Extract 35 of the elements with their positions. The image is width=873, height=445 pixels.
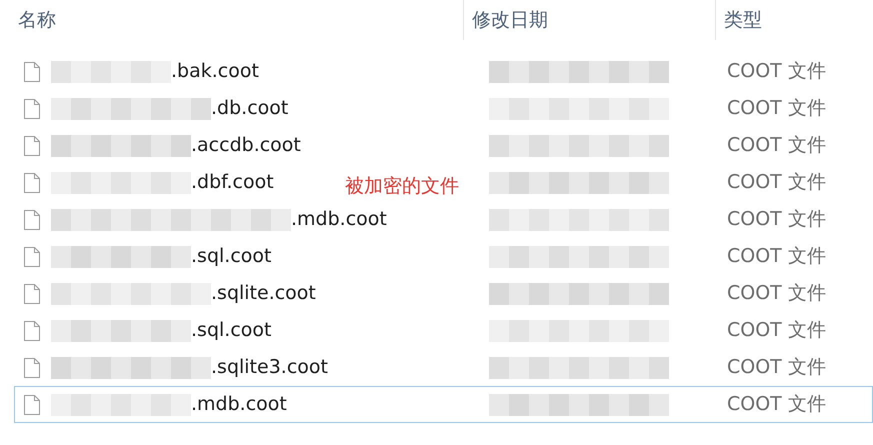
file-name: .mdb.coot bbox=[191, 392, 287, 418]
file-name: .sqlite3.coot bbox=[211, 355, 328, 380]
column-header[interactable]: 修改日期 bbox=[464, 0, 716, 40]
file-name: .sql.coot bbox=[191, 244, 272, 270]
file-type: COOT 文件 bbox=[726, 355, 826, 380]
column-header[interactable]: 类型 bbox=[716, 0, 866, 40]
file-name: .accdb.coot bbox=[191, 133, 301, 158]
file-type: COOT 文件 bbox=[726, 244, 826, 270]
file-icon bbox=[23, 60, 41, 82]
file-name: .bak.coot bbox=[171, 59, 259, 84]
file-name: .mdb.coot bbox=[291, 207, 387, 232]
file-type: COOT 文件 bbox=[726, 207, 826, 232]
file-name: .sql.coot bbox=[191, 318, 272, 344]
file-icon bbox=[23, 134, 41, 156]
file-icon bbox=[23, 246, 41, 268]
annotation-label: 被加密的文件 bbox=[345, 174, 459, 199]
file-type: COOT 文件 bbox=[726, 170, 826, 196]
file-icon bbox=[23, 394, 41, 416]
file-icon bbox=[23, 208, 41, 230]
file-icon bbox=[23, 282, 41, 304]
file-name: .db.coot bbox=[211, 96, 288, 122]
file-icon bbox=[23, 172, 41, 194]
file-icon bbox=[23, 356, 41, 378]
file-type: COOT 文件 bbox=[726, 133, 826, 158]
file-name: .sqlite.coot bbox=[211, 281, 316, 306]
file-name: .dbf.coot bbox=[191, 170, 274, 196]
focused-row[interactable]: .mdb.coot COOT 文件 bbox=[14, 386, 873, 423]
file-type: COOT 文件 bbox=[726, 318, 826, 344]
file-type: COOT 文件 bbox=[726, 281, 826, 306]
file-type: COOT 文件 bbox=[726, 96, 826, 122]
column-header[interactable]: 名称 bbox=[0, 0, 464, 40]
file-icon bbox=[23, 98, 41, 120]
file-type: COOT 文件 bbox=[726, 392, 826, 418]
file-icon bbox=[23, 320, 41, 342]
file-type: COOT 文件 bbox=[726, 59, 826, 84]
